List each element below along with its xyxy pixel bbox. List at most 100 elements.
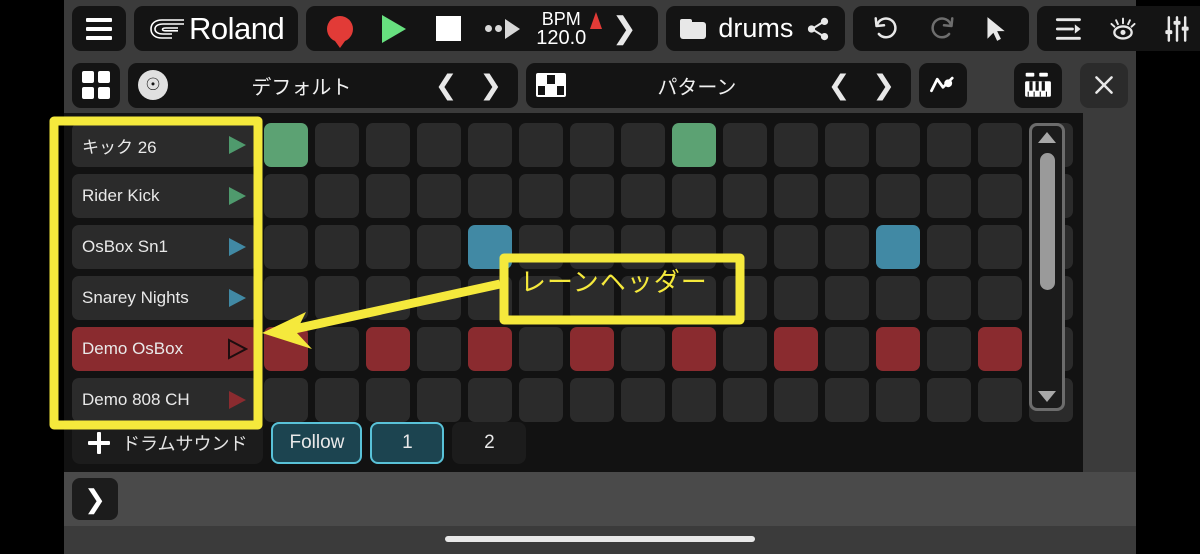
- hamburger-menu-icon[interactable]: [76, 9, 122, 49]
- scroll-thumb[interactable]: [1039, 153, 1055, 290]
- step-cell[interactable]: [774, 327, 818, 371]
- step-cell[interactable]: [468, 276, 512, 320]
- lane-header[interactable]: Demo OsBox: [72, 327, 258, 371]
- step-cell[interactable]: [570, 123, 614, 167]
- lane-play-icon[interactable]: [227, 134, 248, 156]
- pattern-name[interactable]: パターン: [576, 71, 818, 100]
- step-cell[interactable]: [927, 378, 971, 422]
- triangle-down-icon[interactable]: [1038, 391, 1056, 402]
- step-cell[interactable]: [927, 225, 971, 269]
- pointer-arrow-icon[interactable]: [975, 9, 1015, 49]
- step-cell[interactable]: [825, 123, 869, 167]
- step-cell[interactable]: [264, 174, 308, 218]
- step-cell[interactable]: [264, 123, 308, 167]
- step-cell[interactable]: [519, 327, 563, 371]
- step-cell[interactable]: [876, 225, 920, 269]
- page-button-2[interactable]: 2: [452, 422, 527, 464]
- step-cell[interactable]: [876, 174, 920, 218]
- step-cell[interactable]: [315, 123, 359, 167]
- transport-expand-chevron-right-icon[interactable]: ❯: [604, 9, 644, 49]
- lane-play-icon[interactable]: [227, 338, 248, 360]
- lane-play-icon[interactable]: [227, 287, 248, 309]
- step-cell[interactable]: [978, 327, 1022, 371]
- redo-icon[interactable]: [921, 9, 961, 49]
- step-cell[interactable]: [825, 225, 869, 269]
- step-cell[interactable]: [876, 123, 920, 167]
- folder-icon[interactable]: [680, 18, 707, 39]
- share-icon[interactable]: [805, 16, 831, 42]
- kit-prev-chevron-left-icon[interactable]: ❮: [435, 70, 458, 101]
- pattern-next-chevron-right-icon[interactable]: ❯: [872, 70, 895, 101]
- step-cell[interactable]: [723, 276, 767, 320]
- step-cell[interactable]: [723, 225, 767, 269]
- step-cell[interactable]: [468, 225, 512, 269]
- pattern-icon[interactable]: [536, 73, 566, 97]
- lane-header[interactable]: Demo 808 CH: [72, 378, 258, 422]
- stop-icon[interactable]: [428, 9, 468, 49]
- step-cell[interactable]: [315, 276, 359, 320]
- step-cell[interactable]: [825, 276, 869, 320]
- step-cell[interactable]: [927, 276, 971, 320]
- step-cell[interactable]: [264, 276, 308, 320]
- lane-play-icon[interactable]: [227, 236, 248, 258]
- undo-icon[interactable]: [867, 9, 907, 49]
- step-cell[interactable]: [621, 174, 665, 218]
- step-cell[interactable]: [672, 123, 716, 167]
- page-button-1[interactable]: 1: [370, 422, 445, 464]
- pattern-prev-chevron-left-icon[interactable]: ❮: [828, 70, 851, 101]
- step-cell[interactable]: [774, 276, 818, 320]
- step-cell[interactable]: [825, 174, 869, 218]
- project-name[interactable]: drums: [718, 13, 793, 44]
- step-cell[interactable]: [672, 327, 716, 371]
- step-cell[interactable]: [876, 378, 920, 422]
- step-cell[interactable]: [315, 225, 359, 269]
- step-cell[interactable]: [417, 123, 461, 167]
- step-cell[interactable]: [417, 327, 461, 371]
- lane-play-icon[interactable]: [227, 389, 248, 411]
- lane-header[interactable]: Snarey Nights: [72, 276, 258, 320]
- footer-expand-chevron-right-icon[interactable]: ❯: [72, 478, 118, 520]
- step-cell[interactable]: [621, 378, 665, 422]
- step-cell[interactable]: [366, 276, 410, 320]
- lane-play-icon[interactable]: [227, 185, 248, 207]
- step-cell[interactable]: [672, 378, 716, 422]
- step-cell[interactable]: [774, 174, 818, 218]
- step-cell[interactable]: [315, 378, 359, 422]
- step-cell[interactable]: [315, 327, 359, 371]
- step-cell[interactable]: [417, 378, 461, 422]
- step-cell[interactable]: [570, 378, 614, 422]
- lane-header[interactable]: OsBox Sn1: [72, 225, 258, 269]
- triangle-up-icon[interactable]: [1038, 132, 1056, 143]
- play-icon[interactable]: [374, 9, 414, 49]
- step-cell[interactable]: [723, 123, 767, 167]
- mixer-faders-icon[interactable]: [1157, 9, 1197, 49]
- step-cell[interactable]: [570, 327, 614, 371]
- step-cell[interactable]: [774, 123, 818, 167]
- step-cell[interactable]: [774, 225, 818, 269]
- step-cell[interactable]: [264, 327, 308, 371]
- step-cell[interactable]: [468, 327, 512, 371]
- step-cell[interactable]: [468, 123, 512, 167]
- step-cell[interactable]: [366, 327, 410, 371]
- step-cell[interactable]: [519, 378, 563, 422]
- kit-name[interactable]: デフォルト: [178, 71, 425, 100]
- step-cell[interactable]: [774, 378, 818, 422]
- step-cell[interactable]: [978, 225, 1022, 269]
- kit-next-chevron-right-icon[interactable]: ❯: [479, 70, 502, 101]
- step-cell[interactable]: [825, 327, 869, 371]
- step-cell[interactable]: [876, 327, 920, 371]
- step-cell[interactable]: [825, 378, 869, 422]
- step-cell[interactable]: [723, 378, 767, 422]
- step-cell[interactable]: [417, 174, 461, 218]
- step-cell[interactable]: [621, 327, 665, 371]
- step-cell[interactable]: [927, 174, 971, 218]
- automation-curve-icon[interactable]: [919, 62, 967, 108]
- step-cell[interactable]: [978, 123, 1022, 167]
- step-cell[interactable]: [468, 174, 512, 218]
- step-cell[interactable]: [570, 174, 614, 218]
- step-cell[interactable]: [519, 174, 563, 218]
- step-cell[interactable]: [876, 276, 920, 320]
- step-cell[interactable]: [723, 174, 767, 218]
- metronome-icon[interactable]: [590, 11, 603, 29]
- step-cell[interactable]: [723, 327, 767, 371]
